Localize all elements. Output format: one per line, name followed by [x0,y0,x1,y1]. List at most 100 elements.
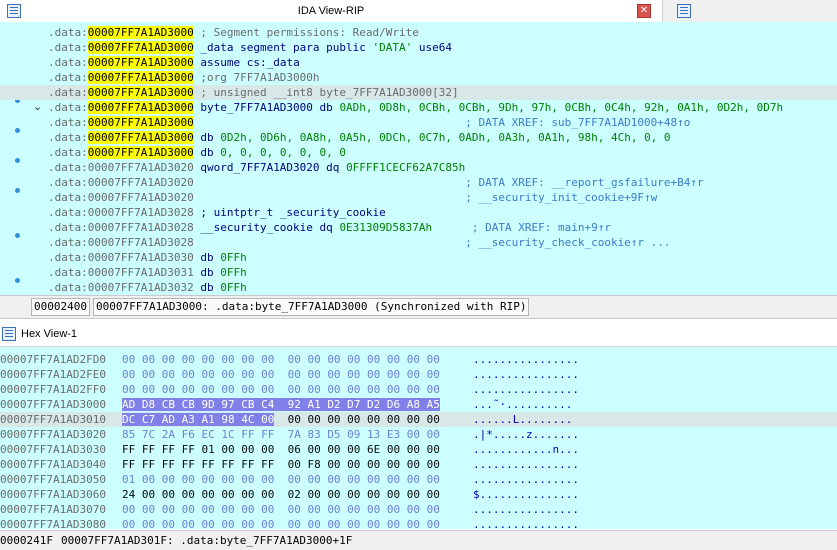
hex-row[interactable]: 00007FF7A1AD3040 FF FF FF FF FF FF FF FF … [0,457,837,472]
listing-line[interactable]: .data:00007FF7A1AD3031 db 0FFh [48,265,837,280]
collapse-chevron-icon[interactable]: ⌄ [33,100,42,113]
line-address[interactable]: 00007FF7A1AD3000 [87,71,194,84]
hex-byte-group[interactable]: 00 00 00 00 00 00 00 00 [122,383,274,396]
hex-row[interactable]: 00007FF7A1AD3050 01 00 00 00 00 00 00 00 … [0,472,837,487]
xref-comment[interactable]: ; DATA XREF: __report_gsfailure+B4↑r [194,176,703,189]
hex-ascii[interactable]: ................ [473,517,579,529]
hex-byte-group[interactable]: 24 00 00 00 00 00 00 00 [122,488,274,501]
hex-bytes[interactable]: 00 00 00 00 00 00 00 00 00 00 00 00 00 0… [122,367,440,382]
hex-byte-group[interactable]: AD D8 CB CB 9D 97 CB C4 [122,398,275,411]
hex-ascii[interactable]: ......L........ [473,412,572,427]
hex-bytes[interactable]: DC C7 AD A3 A1 98 4C 00 00 00 00 00 00 0… [122,412,440,427]
hex-byte-group[interactable]: DC C7 AD A3 A1 98 4C 00 [122,413,275,426]
listing-line[interactable]: .data:00007FF7A1AD3028 __security_cookie… [48,220,837,235]
hex-ascii[interactable]: ...˜·.......... [473,397,572,412]
listing-line[interactable]: .data:00007FF7A1AD3028 ; __security_chec… [48,235,837,250]
listing-line[interactable]: .data:00007FF7A1AD3000 ;org 7FF7A1AD3000… [48,70,837,85]
listing-line[interactable]: .data:00007FF7A1AD3000 assume cs:_data [48,55,837,70]
line-address[interactable]: 00007FF7A1AD3020 [88,161,194,174]
line-address[interactable]: 00007FF7A1AD3000 [87,86,194,99]
listing-line[interactable]: .data:00007FF7A1AD3032 db 0FFh [48,280,837,295]
hex-bytes[interactable]: 24 00 00 00 00 00 00 00 02 00 00 00 00 0… [122,487,440,502]
hex-row[interactable]: 00007FF7A1AD3020 85 7C 2A F6 EC 1C FF FF … [0,427,837,442]
hex-ascii[interactable]: ................ [473,367,579,382]
hex-byte-group[interactable]: 00 F8 00 00 00 00 00 00 [288,458,440,471]
line-address[interactable]: 00007FF7A1AD3028 [88,221,194,234]
line-address[interactable]: 00007FF7A1AD3028 [88,206,194,219]
breakpoint-dot-icon[interactable] [15,158,20,163]
ida-disassembly-listing[interactable]: ⌄ .data:00007FF7A1AD3000 ; Segment permi… [0,22,837,295]
instruction-text[interactable]: qword_7FF7A1AD3020 [194,161,319,174]
xref-comment[interactable]: ; DATA XREF: main+9↑r [432,221,611,234]
listing-line[interactable]: .data:00007FF7A1AD3000 db 0, 0, 0, 0, 0,… [48,145,837,160]
listing-line[interactable]: .data:00007FF7A1AD3000 ; unsigned __int8… [0,85,837,100]
hex-ascii[interactable]: ................ [473,502,579,517]
hex-byte-group[interactable]: 00 00 00 00 00 00 00 00 [288,383,440,396]
hex-bytes[interactable]: 00 00 00 00 00 00 00 00 00 00 00 00 00 0… [122,352,440,367]
listing-line[interactable]: .data:00007FF7A1AD3000 ; Segment permiss… [48,25,837,40]
hex-byte-group[interactable]: 00 00 00 00 00 00 00 00 [288,518,440,529]
hex-ascii[interactable]: .|*.....z....... [473,427,579,442]
listing-line[interactable]: .data:00007FF7A1AD3028 ; uintptr_t _secu… [48,205,837,220]
hex-bytes[interactable]: 00 00 00 00 00 00 00 00 00 00 00 00 00 0… [122,517,440,529]
hex-bytes[interactable]: AD D8 CB CB 9D 97 CB C4 92 A1 D2 D7 D2 D… [122,397,440,412]
hex-byte-group[interactable]: 00 00 00 00 00 00 00 00 [288,413,440,426]
listing-line[interactable]: .data:00007FF7A1AD3000 ; DATA XREF: sub_… [48,115,837,130]
hex-byte-group[interactable]: 06 00 00 00 6E 00 00 00 [288,443,440,456]
hex-byte-group[interactable]: 02 00 00 00 00 00 00 00 [288,488,440,501]
breakpoint-dot-icon[interactable] [15,188,20,193]
hex-ascii[interactable]: $............... [473,487,579,502]
listing-line[interactable]: .data:00007FF7A1AD3020 ; DATA XREF: __re… [48,175,837,190]
hex-byte-group[interactable]: 00 00 00 00 00 00 00 00 [122,353,274,366]
hex-row[interactable]: 00007FF7A1AD3060 24 00 00 00 00 00 00 00 … [0,487,837,502]
hex-byte-group[interactable]: 00 00 00 00 00 00 00 00 [288,503,440,516]
xref-comment[interactable]: ; __security_check_cookie↑r ... [194,236,670,249]
hex-byte-group[interactable]: 00 00 00 00 00 00 00 00 [122,518,274,529]
hex-bytes[interactable]: FF FF FF FF 01 00 00 00 06 00 00 00 6E 0… [122,442,440,457]
hex-byte-group[interactable]: 00 00 00 00 00 00 00 00 [288,473,440,486]
hex-bytes[interactable]: FF FF FF FF FF FF FF FF 00 F8 00 00 00 0… [122,457,440,472]
hex-byte-group[interactable]: 01 00 00 00 00 00 00 00 [122,473,274,486]
hex-bytes[interactable]: 85 7C 2A F6 EC 1C FF FF 7A 83 D5 09 13 E… [122,427,440,442]
hex-bytes[interactable]: 00 00 00 00 00 00 00 00 00 00 00 00 00 0… [122,502,440,517]
line-address[interactable]: 00007FF7A1AD3000 [87,41,194,54]
hex-byte-group[interactable]: 92 A1 D2 D7 D2 D6 A8 A5 [287,398,440,411]
hex-row[interactable]: 00007FF7A1AD3030 FF FF FF FF 01 00 00 00 … [0,442,837,457]
hex-ascii[interactable]: ................ [473,352,579,367]
hex-bytes[interactable]: 00 00 00 00 00 00 00 00 00 00 00 00 00 0… [122,382,440,397]
hex-ascii[interactable]: ............n... [473,442,579,457]
pane-icon[interactable] [677,4,691,18]
line-address[interactable]: 00007FF7A1AD3000 [87,101,194,114]
listing-line[interactable]: .data:00007FF7A1AD3020 ; __security_init… [48,190,837,205]
hex-byte-group[interactable]: FF FF FF FF FF FF FF FF [122,458,274,471]
hex-row[interactable]: 00007FF7A1AD2FE0 00 00 00 00 00 00 00 00 … [0,367,837,382]
hex-byte-group[interactable]: 00 00 00 00 00 00 00 00 [122,368,274,381]
instruction-text[interactable]: byte_7FF7A1AD3000 [194,101,313,114]
hex-ascii[interactable]: ................ [473,382,579,397]
hex-bytes[interactable]: 01 00 00 00 00 00 00 00 00 00 00 00 00 0… [122,472,440,487]
hex-byte-group[interactable]: FF FF FF FF 01 00 00 00 [122,443,274,456]
breakpoint-dot-icon[interactable] [15,278,20,283]
line-address[interactable]: 00007FF7A1AD3032 [88,281,194,294]
hex-byte-group[interactable]: 7A 83 D5 09 13 E3 00 00 [288,428,440,441]
hex-row[interactable]: 00007FF7A1AD3000 AD D8 CB CB 9D 97 CB C4 … [0,397,837,412]
xref-comment[interactable]: ; DATA XREF: sub_7FF7A1AD1000+48↑o [194,116,690,129]
listing-line[interactable]: .data:00007FF7A1AD3000 db 0D2h, 0D6h, 0A… [48,130,837,145]
line-address[interactable]: 00007FF7A1AD3031 [88,266,194,279]
xref-comment[interactable]: ; __security_init_cookie+9F↑w [194,191,657,204]
line-address[interactable]: 00007FF7A1AD3028 [88,236,194,249]
hex-ascii[interactable]: ................ [473,457,579,472]
line-address[interactable]: 00007FF7A1AD3000 [87,131,194,144]
line-address[interactable]: 00007FF7A1AD3000 [87,146,194,159]
hex-byte-group[interactable]: 00 00 00 00 00 00 00 00 [288,353,440,366]
hex-dump[interactable]: 00007FF7A1AD2FD0 00 00 00 00 00 00 00 00 … [0,347,837,529]
hex-byte-group[interactable]: 00 00 00 00 00 00 00 00 [288,368,440,381]
listing-line[interactable]: .data:00007FF7A1AD3000 _data segment par… [48,40,837,55]
hex-row[interactable]: 00007FF7A1AD3010 DC C7 AD A3 A1 98 4C 00 … [0,412,837,427]
listing-line[interactable]: .data:00007FF7A1AD3000 byte_7FF7A1AD3000… [48,100,837,115]
hex-row[interactable]: 00007FF7A1AD3080 00 00 00 00 00 00 00 00 … [0,517,837,529]
instruction-text[interactable]: __security_cookie [194,221,313,234]
hex-row[interactable]: 00007FF7A1AD2FD0 00 00 00 00 00 00 00 00 … [0,352,837,367]
hex-row[interactable]: 00007FF7A1AD3070 00 00 00 00 00 00 00 00 … [0,502,837,517]
hex-row[interactable]: 00007FF7A1AD2FF0 00 00 00 00 00 00 00 00 … [0,382,837,397]
